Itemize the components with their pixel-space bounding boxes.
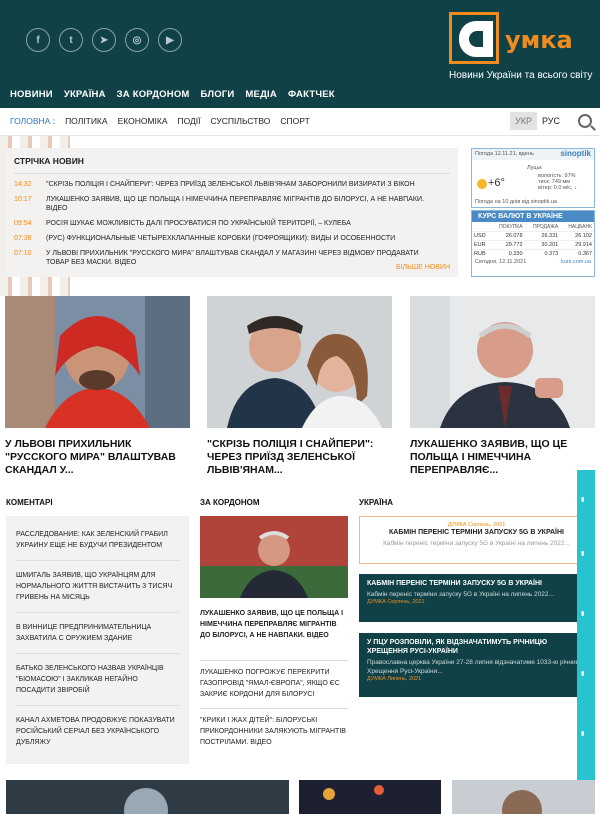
section-abroad[interactable]: ЗА КОРДОНОМ — [200, 498, 260, 507]
currency-widget[interactable]: КУРС ВАЛЮТ В УКРАЇНЕ ПОКУПКА ПРОДАЖА НАЦБА… — [471, 210, 595, 277]
breadcrumb-home[interactable]: ГОЛОВНА — [10, 116, 50, 126]
youtube-icon[interactable]: ▶ — [158, 28, 182, 52]
rates-title: КУРС ВАЛЮТ В УКРАЇНЕ — [472, 211, 594, 222]
sub-nav: ГОЛОВНА : ПОЛІТИКА ЕКОНОМІКА ПОДІЇ СУСПІ… — [0, 108, 600, 136]
banner-mark: ▮ — [581, 731, 585, 737]
abroad-item[interactable]: ЛУКАШЕНКО ПОГРОЖУЄ ПЕРЕКРИТИ ГАЗОПРОВІД … — [200, 660, 348, 700]
ticker-item[interactable]: 14:32 "СКРІЗЬ ПОЛІЦІЯ І СНАЙПЕРИ": ЧЕРЕЗ … — [14, 180, 450, 189]
lang-rus[interactable]: РУС — [537, 112, 565, 130]
weather-date: Погода 12.11.21, вдень — [475, 151, 534, 157]
lang-ukr[interactable]: УКР — [510, 112, 537, 130]
breadcrumb-separator: : — [52, 116, 56, 126]
weather-widget[interactable]: Погода 12.11.21, вдень sinoptik +6° Луцьк… — [471, 148, 595, 208]
featured-title-2[interactable]: "СКРІЗЬ ПОЛІЦІЯ І СНАЙПЕРИ": ЧЕРЕЗ ПРИЇЗ… — [207, 438, 392, 477]
abroad-item[interactable]: ЛУКАШЕНКО ЗАЯВИВ, ЩО ЦЕ ПОЛЬЩА І НІМЕЧЧИ… — [200, 608, 348, 641]
featured-title-1[interactable]: У ЛЬВОВІ ПРИХИЛЬНИК "РУССКОГО МИРА" ВЛАШ… — [5, 438, 190, 477]
rates-table: ПОКУПКА ПРОДАЖА НАЦБАНК USD 26.078 26.331 26.… — [472, 224, 594, 258]
ukraine-card-2[interactable]: КАБМІН ПЕРЕНІС ТЕРМІНИ ЗАПУСКУ 5G В УКРА… — [359, 574, 594, 622]
logo-mark — [449, 12, 499, 64]
list-item[interactable]: В ВИННИЦЕ ПРЕДПРИНИМАТЕЛЬНИЦА ЗАХВАТИЛА … — [16, 613, 179, 654]
ticker-title: СТРІЧКА НОВИН — [14, 156, 450, 174]
rate-row: USD 26.078 26.331 26.102 — [472, 231, 594, 241]
main-nav: НОВИНИ УКРАЇНА ЗА КОРДОНОМ БЛОГИ МЕДІА Ф… — [10, 89, 335, 100]
nav-abroad[interactable]: ЗА КОРДОНОМ — [117, 89, 190, 100]
section-ukraine[interactable]: УКРАЇНА — [359, 498, 393, 507]
subnav-society[interactable]: СУСПІЛЬСТВО — [211, 116, 271, 126]
rate-row: EUR 29.772 30.201 29.914 — [472, 240, 594, 250]
site-tagline: Новини України та всього світу — [449, 70, 593, 81]
ukraine-card-3[interactable]: У ПЦУ РОЗПОВІЛИ, ЯК ВІДЗНАЧАТИМУТЬ РІЧНИ… — [359, 633, 594, 697]
featured-image-2[interactable] — [207, 296, 392, 428]
abroad-item[interactable]: "КРИКИ І ЖАХ ДІТЕЙ": БІЛОРУСЬКІ ПРИКОРДО… — [200, 708, 348, 748]
twitter-icon[interactable]: t — [59, 28, 83, 52]
site-logo[interactable]: умка Новини України та всього світу — [449, 12, 592, 82]
featured-image-1[interactable] — [5, 296, 190, 428]
section-comments[interactable]: КОМЕНТАРІ — [6, 498, 53, 507]
site-header: f t ➤ ◎ ▶ умка Новини України та всього … — [0, 0, 600, 108]
banner-mark: ▮ — [581, 551, 585, 557]
ticker-item[interactable]: 10:17 ЛУКАШЕНКО ЗАЯВИВ, ЩО ЦЕ ПОЛЬЩА І НІ… — [14, 195, 450, 213]
subnav-events[interactable]: ПОДІЇ — [178, 116, 201, 126]
logo-text: умка — [505, 26, 573, 54]
nav-blogs[interactable]: БЛОГИ — [201, 89, 235, 100]
banner-mark: ▮ — [581, 497, 585, 503]
weather-wind: вітер: 0.0 м/с, ↓ — [538, 185, 577, 191]
featured-title-3[interactable]: ЛУКАШЕНКО ЗАЯВИВ, ЩО ЦЕ ПОЛЬЩА І НІМЕЧЧИ… — [410, 438, 595, 477]
social-links: f t ➤ ◎ ▶ — [26, 28, 182, 52]
instagram-icon[interactable]: ◎ — [125, 28, 149, 52]
list-item[interactable]: РАССЛЕДОВАНИЕ: КАК ЗЕЛЕНСКИЙ ГРАБИЛ УКРА… — [16, 520, 179, 561]
sun-icon — [477, 179, 487, 189]
subnav-sport[interactable]: СПОРТ — [280, 116, 309, 126]
rate-row: RUB 0.330 0.373 0.367 — [472, 249, 594, 258]
bottom-image-3[interactable] — [452, 780, 595, 814]
facebook-icon[interactable]: f — [26, 28, 50, 52]
ukraine-card-1[interactable]: ДУМКА Серпень, 2021 КАБМІН ПЕРЕНІС ТЕРМІ… — [359, 516, 594, 564]
nav-ukraine[interactable]: УКРАЇНА — [64, 89, 106, 100]
abroad-image[interactable] — [200, 516, 348, 598]
more-news-link[interactable]: БІЛЬШЕ НОВИН — [396, 264, 450, 271]
list-item[interactable]: КАНАЛ АХМЕТОВА ПРОДОВЖУЄ ПОКАЗУВАТИ РОСІ… — [16, 706, 179, 757]
banner-mark: ▮ — [581, 671, 585, 677]
weather-temp: +6° — [488, 177, 505, 189]
subnav-economy[interactable]: ЕКОНОМІКА — [118, 116, 168, 126]
search-icon[interactable] — [578, 114, 592, 128]
nav-media[interactable]: МЕДІА — [245, 89, 277, 100]
ticker-item[interactable]: 07:10 У ЛЬВОВІ ПРИХИЛЬНИК "РУССКОГО МИРА"… — [14, 249, 450, 267]
list-item[interactable]: БАТЬКО ЗЕЛЕНСЬКОГО НАЗВАВ УКРАЇНЦІВ "БІО… — [16, 654, 179, 706]
telegram-icon[interactable]: ➤ — [92, 28, 116, 52]
weather-footer: Погода на 10 днів від sinoptik.ua — [475, 199, 557, 205]
nav-factcheck[interactable]: ФАКТЧЕК — [288, 89, 335, 100]
rates-date: Сегодня, 12.11.2021 — [475, 259, 527, 265]
subnav-politics[interactable]: ПОЛІТИКА — [65, 116, 108, 126]
ticker-item[interactable]: 07:38 (РУС) ФУНКЦИОНАЛЬНЫЕ ЧЕТЫРЕХКЛАПАНН… — [14, 234, 450, 243]
banner-mark: ▮ — [581, 611, 585, 617]
ticker-item[interactable]: 09:54 РОСІЯ ШУКАЄ МОЖЛИВІСТЬ ДАЛІ ПРОСУВА… — [14, 219, 450, 228]
news-ticker: СТРІЧКА НОВИН 14:32 "СКРІЗЬ ПОЛІЦІЯ І СНА… — [6, 148, 458, 277]
bottom-image-1[interactable] — [6, 780, 289, 814]
language-switch: УКР РУС — [510, 112, 565, 130]
list-item[interactable]: ШМИГАЛЬ ЗАЯВИВ, ЩО УКРАЇНЦЯМ ДЛЯ НОРМАЛЬ… — [16, 561, 179, 613]
bottom-image-2[interactable] — [299, 780, 441, 814]
sinoptik-logo: sinoptik — [560, 149, 591, 158]
comments-list: РАССЛЕДОВАНИЕ: КАК ЗЕЛЕНСКИЙ ГРАБИЛ УКРА… — [6, 516, 189, 764]
rates-source: kurs.com.ua — [561, 259, 591, 265]
featured-image-3[interactable] — [410, 296, 595, 428]
nav-news[interactable]: НОВИНИ — [10, 89, 53, 100]
weather-city: Луцьк — [527, 165, 542, 171]
side-banner[interactable]: ▮ ▮ ▮ ▮ ▮ — [577, 470, 595, 780]
